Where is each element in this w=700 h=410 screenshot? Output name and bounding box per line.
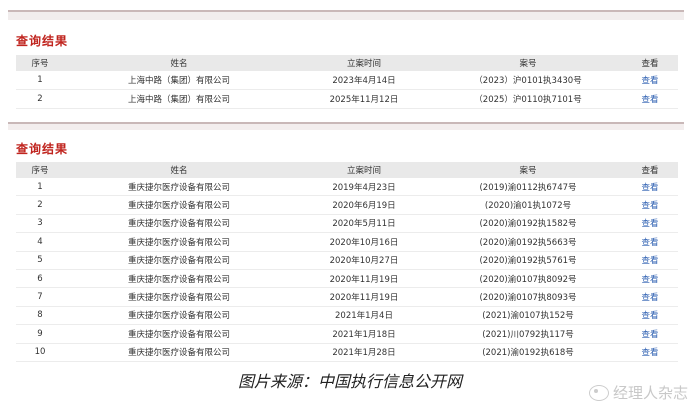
header-view: 查看: [622, 55, 678, 71]
cell-case-number: (2020)渝0107执8093号: [434, 287, 622, 307]
cell-date: 2021年1月18日: [294, 324, 434, 344]
cell-date: 2023年4月14日: [294, 71, 434, 90]
cell-name: 重庆捷尔医疗设备有限公司: [64, 343, 294, 362]
table-row: 9 重庆捷尔医疗设备有限公司 2021年1月18日 (2021)川0792执117号查…: [16, 324, 678, 344]
table-row: 10 重庆捷尔医疗设备有限公司 2021年1月28日 (2021)渝0192执618号…: [16, 343, 678, 362]
table-row: 1 上海中路（集团）有限公司 2023年4月14日 （2023）沪0101执3430号…: [16, 71, 678, 90]
cell-no: 4: [16, 232, 64, 252]
table-row: 1 重庆捷尔医疗设备有限公司 2019年4月23日 (2019)渝0112执6747号…: [16, 178, 678, 197]
view-link[interactable]: 查看: [622, 214, 678, 234]
cell-name: 重庆捷尔医疗设备有限公司: [64, 195, 294, 215]
cell-case-number: (2021)川0792执117号: [434, 324, 622, 344]
cell-no: 2: [16, 89, 64, 109]
cell-date: 2020年6月19日: [294, 195, 434, 215]
view-link[interactable]: 查看: [622, 287, 678, 307]
panel-title: 查询结果: [16, 142, 69, 156]
header-name: 姓名: [64, 162, 294, 178]
cell-date: 2019年4月23日: [294, 178, 434, 197]
cell-case-number: (2019)渝0112执6747号: [434, 178, 622, 197]
cell-name: 重庆捷尔医疗设备有限公司: [64, 251, 294, 270]
table-row: 2 上海中路（集团）有限公司 2025年11月12日 （2025）沪0110执7101…: [16, 89, 678, 109]
table-row: 5 重庆捷尔医疗设备有限公司 2020年10月27日 (2020)渝0192执5761…: [16, 251, 678, 270]
cell-name: 重庆捷尔医疗设备有限公司: [64, 306, 294, 326]
cell-case-number: (2020)渝0192执5761号: [434, 251, 622, 270]
header-name: 姓名: [64, 55, 294, 71]
panel-title: 查询结果: [16, 34, 69, 48]
cell-name: 重庆捷尔医疗设备有限公司: [64, 178, 294, 197]
view-link[interactable]: 查看: [622, 343, 678, 362]
cell-date: 2020年10月27日: [294, 251, 434, 270]
cell-no: 1: [16, 71, 64, 90]
cell-case-number: (2021)渝0192执618号: [434, 343, 622, 362]
header-no: 序号: [16, 162, 64, 178]
cell-case-number: （2023）沪0101执3430号: [434, 71, 622, 90]
table-header-row: 序号 姓名 立案时间 案号 查看: [16, 162, 678, 178]
cell-case-number: （2025）沪0110执7101号: [434, 89, 622, 109]
result-table: 序号 姓名 立案时间 案号 查看 1 重庆捷尔医疗设备有限公司 2019年4月23日…: [16, 162, 678, 362]
cell-case-number: (2020)渝0192执5663号: [434, 232, 622, 252]
cell-no: 2: [16, 195, 64, 215]
cell-date: 2020年11月19日: [294, 287, 434, 307]
view-link[interactable]: 查看: [622, 251, 678, 270]
header-date: 立案时间: [294, 55, 434, 71]
cell-date: 2021年1月28日: [294, 343, 434, 362]
cell-name: 重庆捷尔医疗设备有限公司: [64, 324, 294, 344]
cell-case-number: (2020)渝0107执8092号: [434, 269, 622, 289]
table-row: 6 重庆捷尔医疗设备有限公司 2020年11月19日 (2020)渝0107执8092…: [16, 269, 678, 289]
table-header-row: 序号 姓名 立案时间 案号 查看: [16, 55, 678, 71]
cell-no: 8: [16, 306, 64, 326]
table-body: 1 上海中路（集团）有限公司 2023年4月14日 （2023）沪0101执3430号…: [16, 71, 678, 109]
cell-case-number: (2021)渝0107执152号: [434, 306, 622, 326]
watermark-text: 经理人杂志: [612, 384, 688, 402]
header-no: 序号: [16, 55, 64, 71]
view-link[interactable]: 查看: [622, 306, 678, 326]
table-row: 3 重庆捷尔医疗设备有限公司 2020年5月11日 (2020)渝0192执1582号…: [16, 214, 678, 234]
table-row: 2 重庆捷尔医疗设备有限公司 2020年6月19日 (2020)渝01执1072号 查看: [16, 195, 678, 215]
cell-date: 2025年11月12日: [294, 89, 434, 109]
cell-date: 2020年11月19日: [294, 269, 434, 289]
cell-name: 上海中路（集团）有限公司: [64, 89, 294, 109]
top-divider-bar: [8, 10, 684, 20]
table-row: 8 重庆捷尔医疗设备有限公司 2021年1月4日 (2021)渝0107执152号 查看: [16, 306, 678, 326]
cell-no: 1: [16, 178, 64, 197]
cell-name: 重庆捷尔医疗设备有限公司: [64, 269, 294, 289]
view-link[interactable]: 查看: [622, 195, 678, 215]
cell-no: 10: [16, 343, 64, 362]
cell-no: 5: [16, 251, 64, 270]
cell-date: 2020年5月11日: [294, 214, 434, 234]
cell-case-number: (2020)渝0192执1582号: [434, 214, 622, 234]
cell-case-number: (2020)渝01执1072号: [434, 195, 622, 215]
view-link[interactable]: 查看: [622, 71, 678, 90]
result-table: 序号 姓名 立案时间 案号 查看 1 上海中路（集团）有限公司 2023年4月14日…: [16, 55, 678, 109]
header-case: 案号: [434, 55, 622, 71]
cell-name: 上海中路（集团）有限公司: [64, 71, 294, 90]
cell-no: 3: [16, 214, 64, 234]
view-link[interactable]: 查看: [622, 178, 678, 197]
table-body: 1 重庆捷尔医疗设备有限公司 2019年4月23日 (2019)渝0112执6747号…: [16, 178, 678, 362]
view-link[interactable]: 查看: [622, 324, 678, 344]
cell-no: 6: [16, 269, 64, 289]
view-link[interactable]: 查看: [622, 269, 678, 289]
table-row: 7 重庆捷尔医疗设备有限公司 2020年11月19日 (2020)渝0107执8093…: [16, 287, 678, 307]
query-result-panel-2: 查询结果 序号 姓名 立案时间 案号 查看 1 重庆捷尔医疗设备有限公司 2019年…: [8, 122, 684, 370]
watermark: 经理人杂志: [588, 382, 688, 403]
cell-name: 重庆捷尔医疗设备有限公司: [64, 232, 294, 252]
cell-no: 7: [16, 287, 64, 307]
weibo-icon: [588, 384, 609, 401]
cell-name: 重庆捷尔医疗设备有限公司: [64, 214, 294, 234]
cell-no: 9: [16, 324, 64, 344]
header-case: 案号: [434, 162, 622, 178]
cell-date: 2021年1月4日: [294, 306, 434, 326]
cell-name: 重庆捷尔医疗设备有限公司: [64, 287, 294, 307]
view-link[interactable]: 查看: [622, 89, 678, 109]
cell-date: 2020年10月16日: [294, 232, 434, 252]
view-link[interactable]: 查看: [622, 232, 678, 252]
header-date: 立案时间: [294, 162, 434, 178]
table-row: 4 重庆捷尔医疗设备有限公司 2020年10月16日 (2020)渝0192执5663…: [16, 232, 678, 252]
query-result-panel-1: 查询结果 序号 姓名 立案时间 案号 查看 1 上海中路（集团）有限公司 2023年…: [8, 22, 684, 118]
header-view: 查看: [622, 162, 678, 178]
